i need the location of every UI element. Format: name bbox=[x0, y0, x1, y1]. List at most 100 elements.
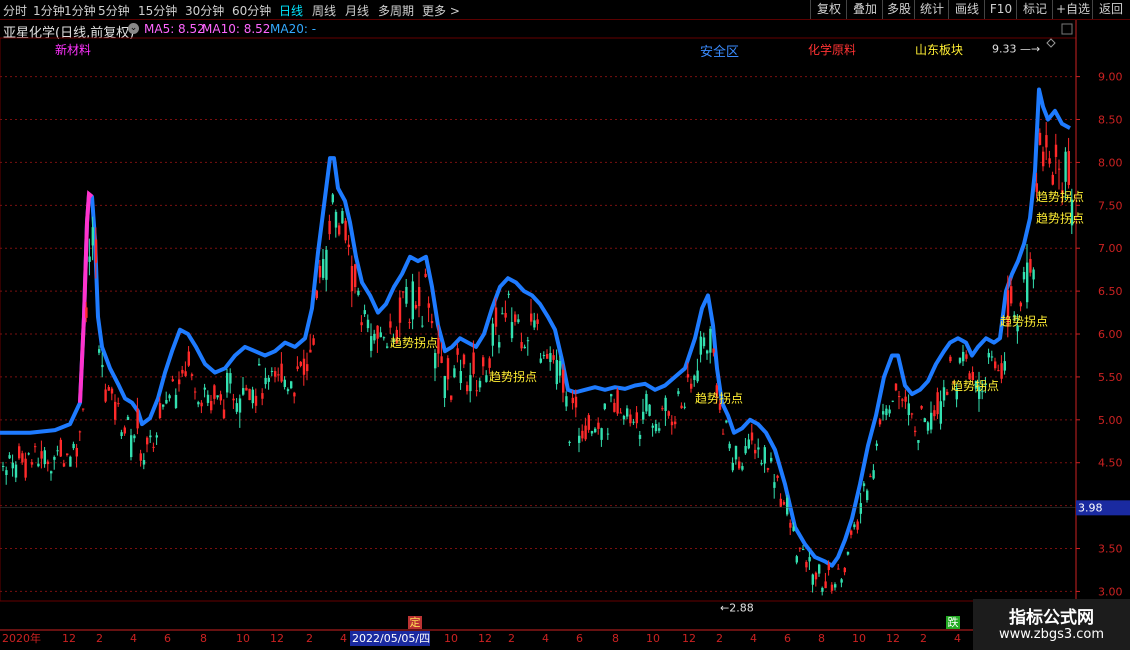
candle-body bbox=[27, 453, 30, 455]
candle-body bbox=[1000, 363, 1003, 379]
candle-body bbox=[680, 405, 683, 409]
candle-body bbox=[414, 304, 418, 309]
candle-body bbox=[683, 406, 686, 408]
candle-body bbox=[171, 379, 174, 382]
candle-body bbox=[651, 425, 654, 428]
candle-body bbox=[315, 290, 318, 299]
y-tick-label-8: 7.00 bbox=[1098, 242, 1123, 255]
candle-body bbox=[1064, 151, 1067, 182]
candle-body bbox=[674, 421, 677, 425]
candle-body bbox=[840, 579, 843, 583]
candle-body bbox=[642, 411, 645, 420]
candle-body bbox=[498, 342, 501, 348]
candle-body bbox=[994, 361, 997, 369]
candle-body bbox=[597, 422, 600, 429]
candle-body bbox=[536, 319, 539, 324]
watermark: 指标公式网 www.zbgs3.com bbox=[973, 599, 1130, 650]
candle-body bbox=[280, 363, 283, 382]
candle-body bbox=[261, 393, 264, 399]
candle-body bbox=[850, 530, 853, 535]
candle-body bbox=[523, 346, 526, 349]
candle-body bbox=[744, 446, 747, 454]
candle-body bbox=[488, 358, 491, 368]
candle-body bbox=[91, 227, 94, 246]
candle-body bbox=[101, 364, 104, 368]
min-price-label: ←2.88 bbox=[720, 602, 754, 615]
trend-signal-label: 趋势拐点 bbox=[951, 378, 999, 393]
candle-body bbox=[24, 458, 27, 478]
candle-body bbox=[901, 399, 904, 401]
candle-body bbox=[69, 456, 72, 467]
candle-body bbox=[424, 273, 427, 277]
x-tick-label-22: 8 bbox=[818, 632, 825, 645]
candle-body bbox=[309, 349, 312, 353]
candle-body bbox=[542, 355, 546, 357]
candle-body bbox=[53, 456, 56, 460]
candle-body bbox=[478, 380, 482, 388]
candle-body bbox=[1048, 158, 1051, 164]
trend-signal-label: 趋势拐点 bbox=[1000, 313, 1048, 328]
candle-body bbox=[936, 392, 939, 415]
candle-body bbox=[770, 457, 773, 462]
candle-body bbox=[501, 313, 504, 315]
candle-body bbox=[270, 370, 274, 372]
trend-band-line bbox=[0, 87, 1071, 568]
panel-toggle-icon bbox=[1061, 23, 1073, 35]
candle-body bbox=[1010, 286, 1013, 304]
candle-body bbox=[347, 244, 350, 248]
candle-body bbox=[997, 370, 1000, 372]
candle-body bbox=[907, 403, 910, 416]
candle-body bbox=[184, 371, 187, 376]
candle-body bbox=[354, 264, 357, 288]
candle-body bbox=[98, 349, 101, 353]
trend-signal-label: 趋势拐点 bbox=[1036, 189, 1084, 204]
candle-body bbox=[574, 396, 578, 408]
candle-body bbox=[792, 526, 795, 532]
y-tick-label-12: 9.00 bbox=[1098, 71, 1123, 84]
candle-body bbox=[706, 350, 709, 354]
candle-body bbox=[331, 194, 334, 203]
candle-body bbox=[114, 401, 117, 420]
x-tick-label-11: 10 bbox=[444, 632, 458, 645]
candle-body bbox=[66, 453, 69, 455]
candle-body bbox=[882, 411, 885, 415]
candle-body bbox=[40, 451, 43, 459]
candle-body bbox=[453, 368, 456, 378]
candle-body bbox=[418, 287, 421, 307]
watermark-url: www.zbgs3.com bbox=[998, 627, 1105, 642]
x-tick-label-10: 2022/05/05/四 bbox=[352, 632, 430, 645]
candle-body bbox=[578, 435, 581, 443]
candle-body bbox=[693, 375, 696, 381]
candle-body bbox=[933, 410, 936, 417]
candle-body bbox=[50, 471, 53, 474]
candle-body bbox=[920, 405, 923, 409]
candle-body bbox=[181, 369, 184, 374]
x-tick-label-8: 2 bbox=[306, 632, 313, 645]
candle-body bbox=[603, 403, 606, 410]
marker-ding: 定 bbox=[408, 616, 422, 629]
candle-body bbox=[350, 266, 354, 292]
candle-body bbox=[21, 453, 24, 463]
candle-body bbox=[139, 453, 142, 461]
candle-body bbox=[34, 446, 37, 448]
candle-body bbox=[741, 466, 744, 470]
candle-body bbox=[590, 430, 594, 434]
candle-body bbox=[398, 297, 402, 323]
candle-body bbox=[862, 483, 866, 487]
candle-body bbox=[629, 414, 632, 424]
candle-body bbox=[491, 323, 494, 346]
candle-body bbox=[546, 353, 549, 359]
candle-body bbox=[258, 363, 261, 366]
candle-body bbox=[722, 433, 725, 435]
candle-body bbox=[30, 462, 34, 465]
candle-body bbox=[334, 211, 338, 228]
x-tick-label-0: 2020年 bbox=[2, 631, 41, 645]
candle-body bbox=[11, 462, 14, 469]
candle-body bbox=[658, 428, 661, 431]
candle-body bbox=[190, 374, 194, 376]
candle-body bbox=[738, 461, 741, 469]
candle-body bbox=[808, 557, 811, 562]
y-tick-label-6: 6.00 bbox=[1098, 328, 1123, 341]
candle-body bbox=[734, 445, 738, 460]
x-tick-label-23: 10 bbox=[852, 632, 866, 645]
